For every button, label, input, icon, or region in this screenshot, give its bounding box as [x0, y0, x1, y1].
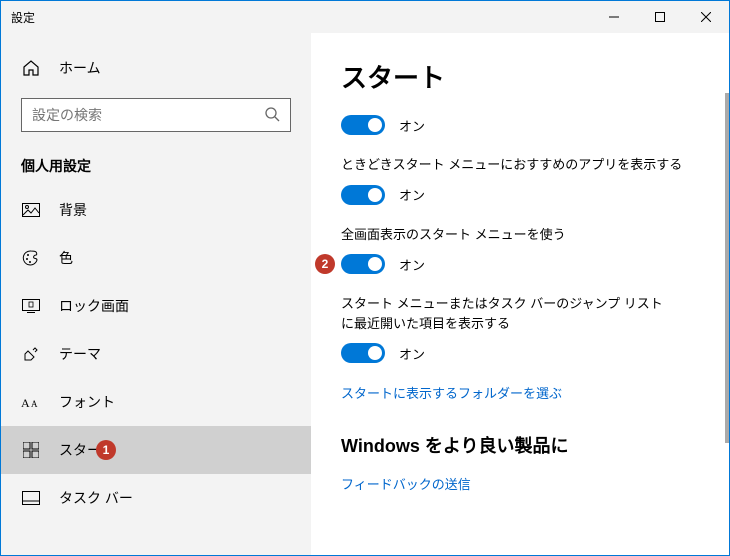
svg-text:A: A	[31, 399, 38, 409]
font-icon: AA	[21, 395, 41, 409]
close-button[interactable]	[683, 1, 729, 33]
settings-window: 設定 ホーム	[0, 0, 730, 556]
toggle-switch[interactable]	[341, 185, 385, 205]
setting-label: スタート メニューまたはタスク バーのジャンプ リストに最近開いた項目を表示する	[341, 294, 671, 333]
lockscreen-icon	[21, 299, 41, 313]
svg-text:A: A	[21, 396, 30, 409]
section-title: 個人用設定	[1, 142, 311, 186]
home-icon	[21, 59, 41, 77]
feedback-link[interactable]: フィードバックの送信	[341, 474, 699, 493]
toggle-state: オン	[399, 255, 425, 274]
sidebar-item-background[interactable]: 背景	[1, 186, 311, 234]
sidebar-item-lockscreen[interactable]: ロック画面	[1, 282, 311, 330]
toggle-switch[interactable]	[341, 343, 385, 363]
sidebar: ホーム 個人用設定 背景	[1, 33, 311, 555]
content: スタート オン ときどきスタート メニューにおすすめのアプリを表示する オン 全…	[311, 33, 729, 555]
sidebar-item-themes[interactable]: テーマ	[1, 330, 311, 378]
search-icon	[264, 106, 280, 125]
sidebar-item-fonts[interactable]: AA フォント	[1, 378, 311, 426]
toggle-switch[interactable]	[341, 115, 385, 135]
window-title: 設定	[1, 9, 35, 26]
scrollbar[interactable]	[725, 33, 729, 555]
toggle-switch[interactable]	[341, 254, 385, 274]
search-wrap	[1, 88, 311, 142]
body: ホーム 個人用設定 背景	[1, 33, 729, 555]
picture-icon	[21, 203, 41, 217]
home-label: ホーム	[59, 58, 101, 78]
search-box[interactable]	[21, 98, 291, 132]
sidebar-item-label: ロック画面	[59, 296, 129, 316]
choose-folders-link[interactable]: スタートに表示するフォルダーを選ぶ	[341, 383, 699, 402]
sidebar-item-start[interactable]: スタート 1	[1, 426, 311, 474]
home-button[interactable]: ホーム	[1, 48, 311, 88]
taskbar-icon	[21, 491, 41, 505]
sidebar-item-label: テーマ	[59, 344, 101, 364]
toggle-row-3: オン	[341, 343, 699, 363]
setting-label: ときどきスタート メニューにおすすめのアプリを表示する	[341, 155, 699, 175]
scrollbar-thumb[interactable]	[725, 93, 729, 443]
sidebar-item-label: フォント	[59, 392, 115, 412]
toggle-row-1: オン	[341, 185, 699, 205]
setting-label: 全画面表示のスタート メニューを使う	[341, 225, 699, 245]
subheading: Windows をより良い製品に	[341, 432, 699, 458]
minimize-button[interactable]	[591, 1, 637, 33]
toggle-state: オン	[399, 185, 425, 204]
themes-icon	[21, 345, 41, 363]
sidebar-item-taskbar[interactable]: タスク バー	[1, 474, 311, 522]
page-title: スタート	[341, 58, 699, 95]
maximize-button[interactable]	[637, 1, 683, 33]
start-icon	[21, 442, 41, 458]
sidebar-item-label: 色	[59, 248, 73, 268]
toggle-state: オン	[399, 344, 425, 363]
sidebar-item-label: 背景	[59, 200, 87, 220]
toggle-row-0: オン	[341, 115, 699, 135]
sidebar-item-colors[interactable]: 色	[1, 234, 311, 282]
search-input[interactable]	[32, 107, 264, 123]
sidebar-item-label: タスク バー	[59, 488, 133, 508]
toggle-state: オン	[399, 116, 425, 135]
toggle-row-2: 2 オン	[341, 254, 699, 274]
window-controls	[591, 1, 729, 33]
titlebar: 設定	[1, 1, 729, 33]
palette-icon	[21, 249, 41, 267]
annotation-badge-2: 2	[315, 254, 335, 274]
annotation-badge-1: 1	[96, 440, 116, 460]
